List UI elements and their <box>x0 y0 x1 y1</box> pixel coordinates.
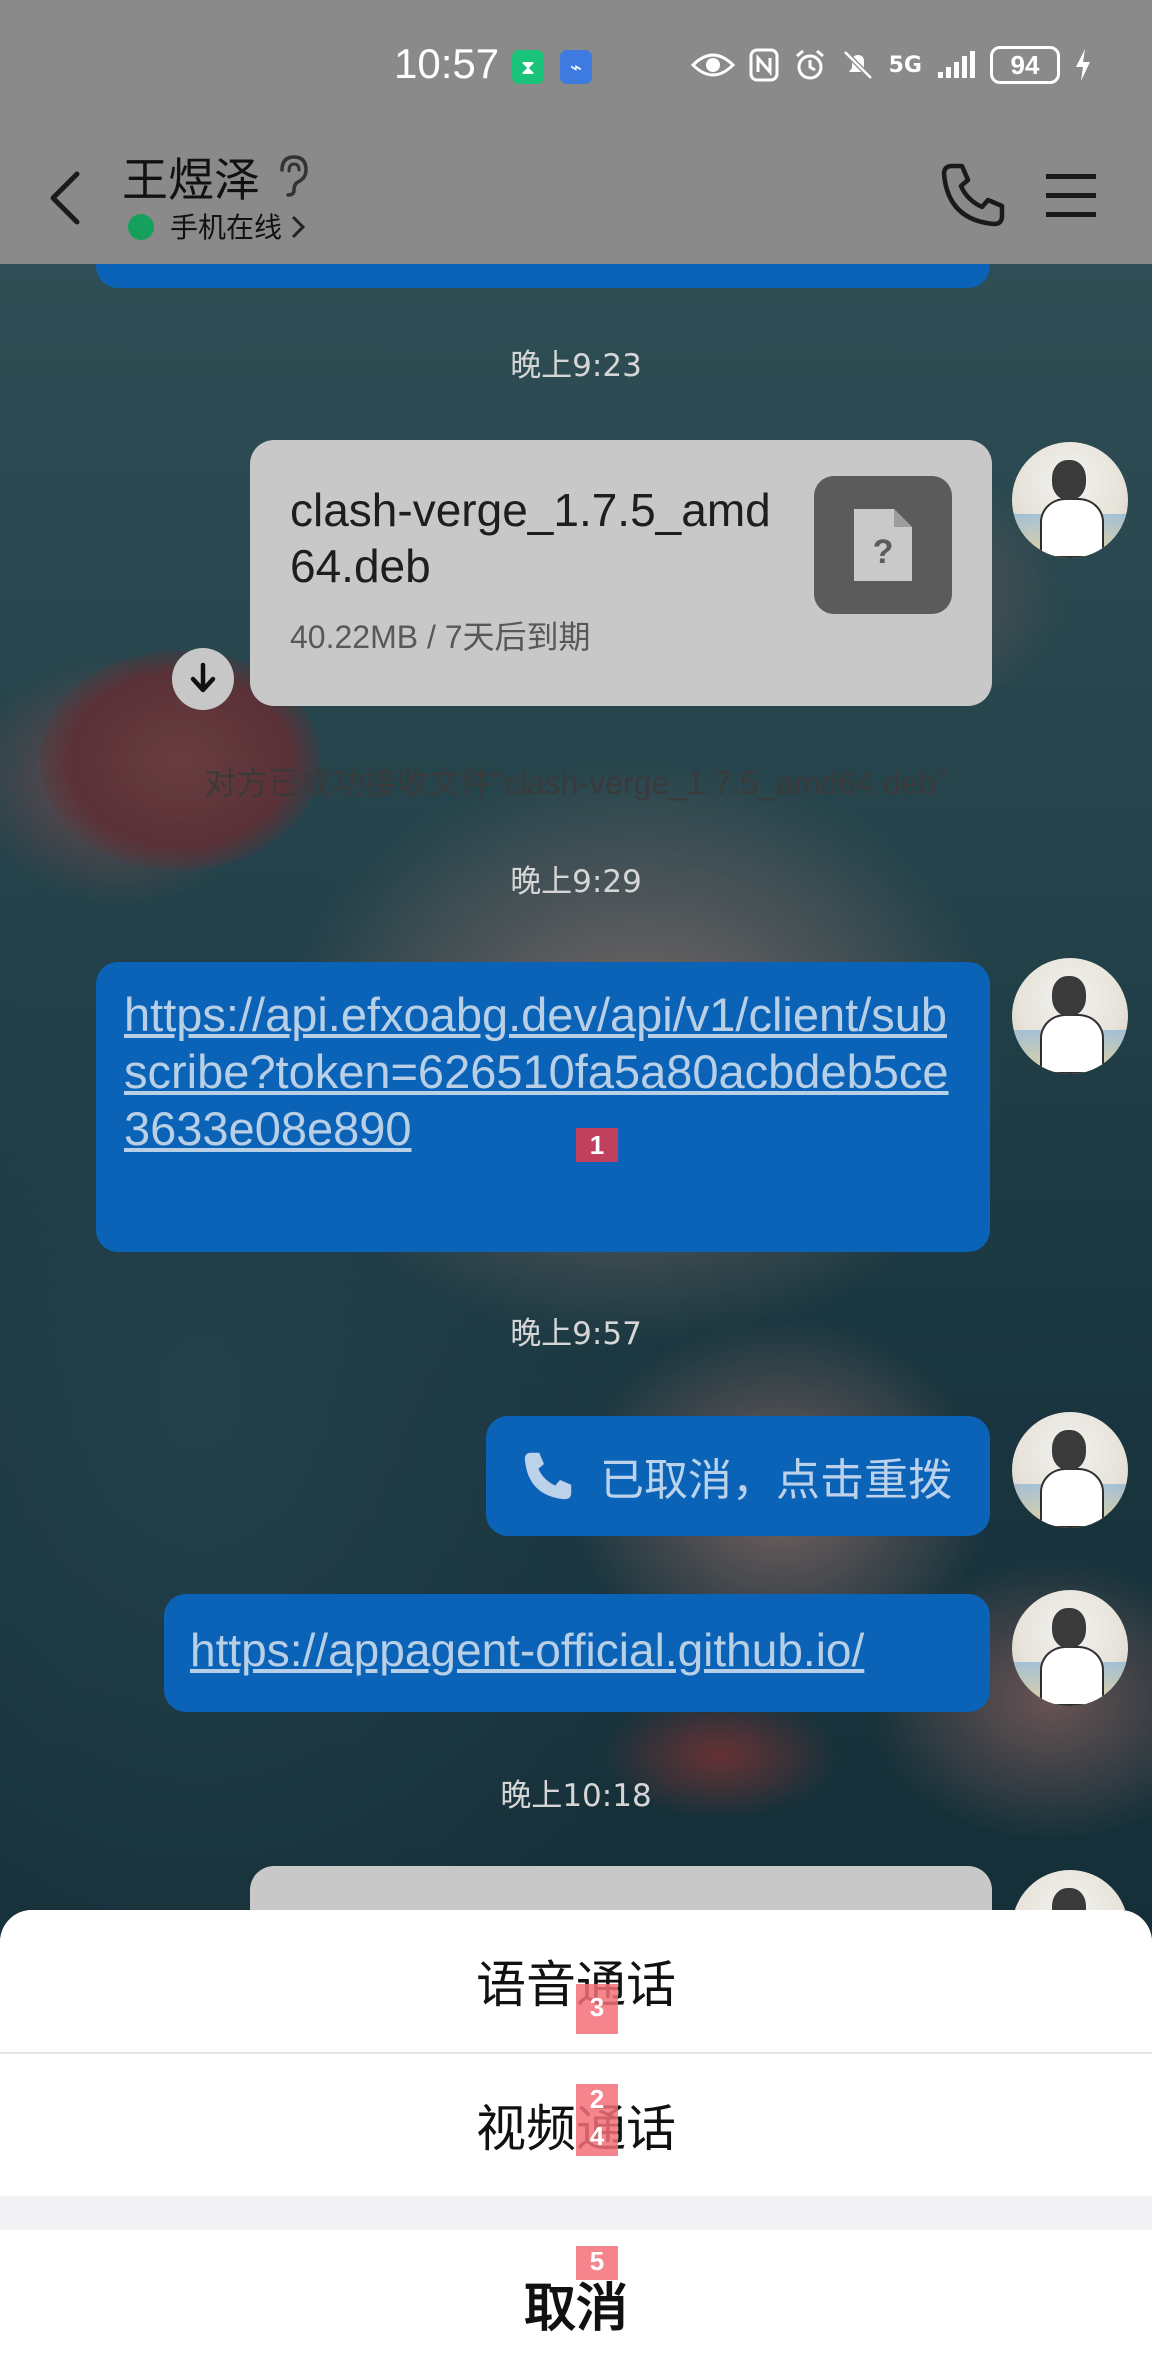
som-marker-3: 3 <box>576 1984 618 2034</box>
call-status-text: 已取消，点击重拨 <box>600 1455 952 1506</box>
online-status[interactable]: 手机在线 <box>170 206 282 246</box>
back-button[interactable] <box>30 158 100 238</box>
chevron-right-icon <box>291 215 306 239</box>
signal-bars-icon <box>938 51 975 78</box>
file-received-note: 对方已成功接收文件"clash-verge_1.7.5_amd64.deb" <box>204 765 948 801</box>
call-record-bubble[interactable]: 已取消，点击重拨 <box>486 1416 990 1536</box>
call-action-sheet: 语音通话 视频通话 取消 3 2 4 5 <box>0 1910 1152 2376</box>
message-list[interactable]: 晚上9:23 clash-verge_1.7.5_amd64.deb 40.22… <box>0 264 1152 1910</box>
file-meta: 40.22MB / 7天后到期 <box>290 619 591 655</box>
download-icon <box>190 662 216 693</box>
eye-icon <box>690 53 735 77</box>
subscribe-link[interactable]: https://api.efxoabg.dev/api/v1/client/su… <box>124 986 962 1157</box>
file-message-card[interactable]: clash-verge_1.7.5_amd64.deb 40.22MB / 7天… <box>250 440 992 706</box>
som-marker-5: 5 <box>576 2246 618 2280</box>
charging-bolt-icon <box>1076 49 1090 81</box>
user-avatar[interactable] <box>1012 1870 1128 1910</box>
status-indicators: 5G 94 <box>690 40 1092 90</box>
download-button[interactable] <box>172 648 234 710</box>
battery-level: 94 <box>990 46 1060 84</box>
message-bubble-partial[interactable] <box>96 264 990 288</box>
status-bar: 10:57 ⧗ ⌁ 5G 94 <box>0 0 1152 130</box>
file-name: clash-verge_1.7.5_amd64.deb <box>290 484 771 592</box>
chat-header: 王煜泽 手机在线 <box>0 130 1152 264</box>
user-avatar[interactable] <box>1012 1590 1128 1706</box>
user-avatar[interactable] <box>1012 958 1128 1074</box>
svg-text:?: ? <box>873 533 894 571</box>
som-marker-2: 2 <box>576 2084 618 2116</box>
message-timestamp: 晚上10:18 <box>500 1778 652 1814</box>
hourglass-icon: ⧗ <box>512 50 544 84</box>
nfc-icon <box>749 48 779 82</box>
website-link[interactable]: https://appagent-official.github.io/ <box>190 1622 964 1678</box>
back-arrow-icon <box>50 171 80 225</box>
status-time: 10:57 <box>394 40 500 87</box>
mute-bell-icon <box>842 50 873 80</box>
alarm-icon <box>795 49 824 80</box>
message-timestamp: 晚上9:29 <box>510 864 642 900</box>
phone-icon[interactable] <box>938 160 1008 230</box>
network-type: 5G <box>888 52 922 78</box>
usb-icon: ⌁ <box>560 50 592 84</box>
user-avatar[interactable] <box>1012 442 1128 558</box>
link-message-bubble[interactable]: https://api.efxoabg.dev/api/v1/client/su… <box>96 962 990 1252</box>
user-avatar[interactable] <box>1012 1412 1128 1528</box>
som-marker-4: 4 <box>576 2116 618 2156</box>
message-timestamp: 晚上9:57 <box>510 1316 642 1352</box>
phone-icon <box>524 1452 572 1500</box>
message-bubble-partial[interactable] <box>250 1866 992 1910</box>
file-unknown-icon: ? <box>814 476 952 614</box>
online-indicator <box>128 214 154 240</box>
contact-name[interactable]: 王煜泽 <box>122 144 260 210</box>
som-marker-1: 1 <box>576 1128 618 1162</box>
message-timestamp: 晚上9:23 <box>510 348 642 384</box>
menu-icon[interactable] <box>1040 166 1104 226</box>
link-message-bubble[interactable]: https://appagent-official.github.io/ <box>164 1594 990 1712</box>
ear-icon[interactable] <box>276 154 310 198</box>
